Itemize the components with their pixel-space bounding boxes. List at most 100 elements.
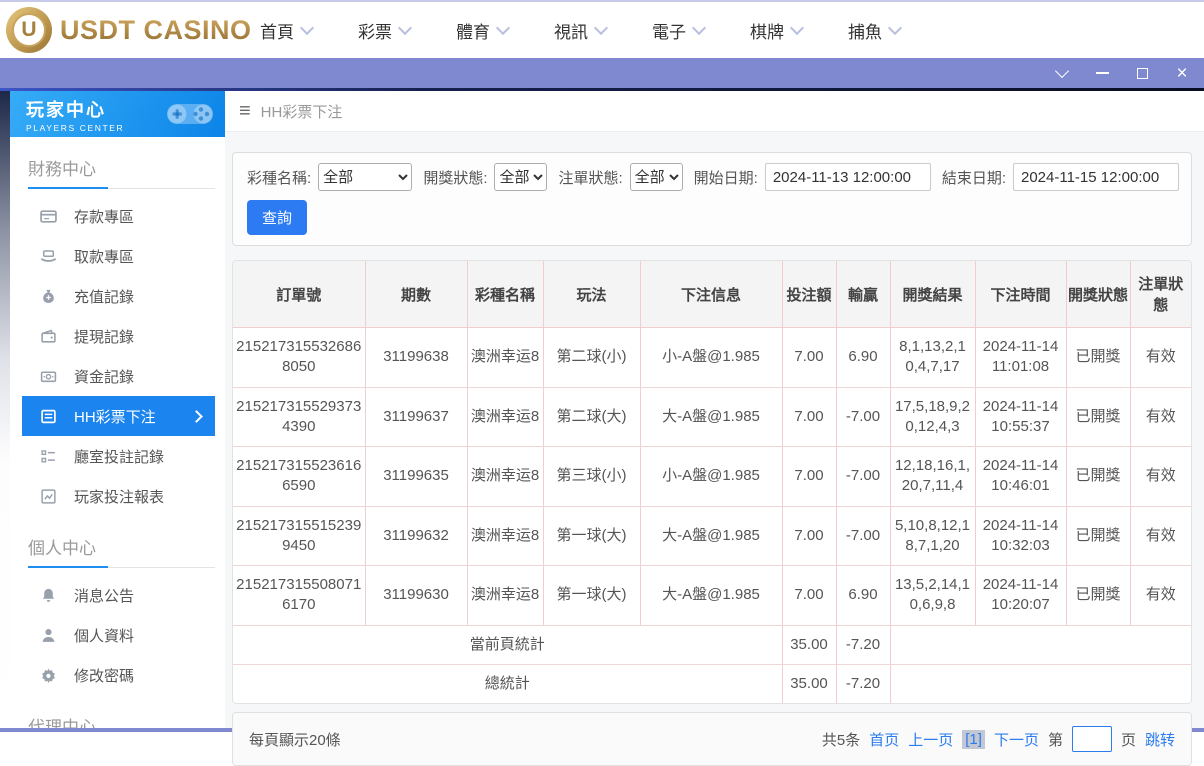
cell-draw-result: 13,5,2,14,10,6,9,8	[889, 565, 975, 626]
sidebar-section-heading-1: 財務中心	[28, 155, 215, 189]
cell-order-status: 有效	[1129, 565, 1191, 626]
nav-item-4[interactable]: 視訊	[554, 18, 609, 43]
cell-win-loss: -7.00	[835, 446, 890, 507]
cell-order-no: 2152173155293734390	[233, 387, 365, 447]
moneybag-icon	[40, 288, 57, 305]
nav-item-6[interactable]: 棋牌	[750, 18, 805, 43]
column-header-draw-result: 開獎結果	[889, 261, 975, 328]
cell-bet-time: 2024-11-14 10:55:37	[974, 387, 1066, 447]
hamburger-menu-icon[interactable]: ≡	[239, 101, 251, 121]
sidebar-item-個人資料[interactable]: 個人資料	[22, 615, 215, 655]
funds-icon	[40, 368, 57, 385]
summary-empty-cell	[889, 625, 1191, 665]
column-header-period: 期數	[364, 261, 467, 328]
sidebar-item-充值記錄[interactable]: 充值記錄	[22, 276, 215, 316]
search-button[interactable]: 查詢	[247, 200, 308, 235]
sidebar-sections: 財務中心存款專區取款專區充值記錄提現記錄 資金記錄 HH彩票下注 廳室投註記錄玩家投注…	[10, 155, 225, 728]
cell-bet-info: 小-A盤@1.985	[639, 446, 782, 507]
chevron-down-icon	[397, 20, 413, 36]
cell-draw-result: 8,1,13,2,10,4,7,17	[889, 327, 975, 388]
sidebar-item-取款專區[interactable]: 取款專區	[22, 236, 215, 276]
cell-order-no: 2152173155080716170	[233, 565, 365, 626]
column-header-bet-amount: 投注額	[781, 261, 836, 328]
cell-order-status: 有效	[1129, 327, 1191, 388]
table-header-row: 訂單號 期數 彩種名稱 玩法 下注信息 投注額 輸贏 開獎結果 下注時間 開獎狀態 注單狀態	[233, 261, 1191, 328]
summary-bet-total: 35.00	[781, 625, 836, 665]
end-date-input[interactable]	[1013, 163, 1179, 191]
user-icon	[40, 627, 57, 644]
column-header-bet-info: 下注信息	[639, 261, 782, 328]
cell-bet-info: 大-A盤@1.985	[639, 565, 782, 626]
page-title: HH彩票下注	[260, 103, 343, 121]
cell-order-status: 有效	[1129, 506, 1191, 566]
column-header-order-status: 注單狀態	[1129, 261, 1191, 328]
column-header-play-type: 玩法	[542, 261, 640, 328]
column-header-lottery-name: 彩種名稱	[466, 261, 543, 328]
bet-table-container: 訂單號 期數 彩種名稱 玩法 下注信息 投注額 輸贏 開獎結果 下注時間 開獎狀態 注單狀態 2152…	[232, 260, 1192, 704]
cell-order-status: 有效	[1129, 446, 1191, 507]
top-nav: 首頁 彩票 體育 視訊 電子 棋牌 捕魚	[260, 18, 903, 43]
sidebar-item-消息公告[interactable]: 消息公告	[22, 575, 215, 615]
sidebar-item-label: 取款專區	[74, 248, 135, 266]
cell-period: 31199635	[364, 446, 467, 507]
sidebar-item-label: 個人資料	[74, 627, 135, 645]
jump-page-input[interactable]	[1071, 726, 1112, 752]
table-row: 2152173155080716170 31199630 澳洲幸运8 第一球(大) 大-…	[233, 565, 1191, 626]
cell-bet-info: 大-A盤@1.985	[639, 387, 782, 447]
brand-logo-coin-icon[interactable]: U	[6, 7, 52, 53]
cell-bet-time: 2024-11-14 10:46:01	[974, 446, 1066, 507]
sidebar-item-提現記錄[interactable]: 提現記錄	[22, 316, 215, 356]
sidebar-item-修改密碼[interactable]: 修改密碼	[22, 655, 215, 695]
sidebar-item-label: 存款專區	[74, 208, 135, 226]
cell-lottery-name: 澳洲幸运8	[466, 387, 543, 447]
summary-row: 總統計 35.00 -7.20	[233, 664, 1191, 703]
lottery-name-select[interactable]: 全部	[318, 163, 413, 191]
cell-lottery-name: 澳洲幸运8	[466, 446, 543, 507]
brand: U USDT CASINO	[0, 7, 251, 53]
sidebar-item-label: 玩家投注報表	[74, 488, 165, 506]
site-header: U USDT CASINO 首頁 彩票 體育 視訊 電子 棋牌 捕魚	[0, 2, 1204, 58]
cell-bet-amount: 7.00	[781, 446, 836, 507]
sidebar-item-label: 消息公告	[74, 587, 135, 605]
titlebar-chevron-down-icon[interactable]	[1054, 63, 1070, 81]
sidebar-item-廳室投註記錄[interactable]: 廳室投註記錄	[22, 436, 215, 476]
order-status-select[interactable]: 全部	[629, 163, 683, 191]
bet-table: 訂單號 期數 彩種名稱 玩法 下注信息 投注額 輸贏 開獎結果 下注時間 開獎狀態 注單狀態 2152…	[233, 261, 1191, 703]
chevron-down-icon	[691, 20, 707, 36]
nav-item-7[interactable]: 捕魚	[848, 18, 903, 43]
sidebar-item-存款專區[interactable]: 存款專區	[22, 196, 215, 236]
start-date-label: 開始日期:	[693, 169, 758, 187]
cell-order-no: 2152173155326868050	[233, 327, 365, 388]
cell-bet-amount: 7.00	[781, 506, 836, 566]
order-status-label: 注單狀態:	[558, 169, 623, 187]
nav-item-5[interactable]: 電子	[652, 18, 707, 43]
summary-label: 當前頁統計	[233, 625, 782, 665]
cell-bet-time: 2024-11-14 11:01:08	[974, 327, 1066, 388]
nav-item-2[interactable]: 彩票	[358, 18, 413, 43]
cell-draw-status: 已開獎	[1065, 565, 1130, 626]
sidebar-item-HH彩票下注[interactable]: HH彩票下注	[22, 396, 215, 436]
sidebar-item-label: 充值記錄	[74, 288, 135, 306]
sidebar-item-資金記錄[interactable]: 資金記錄	[22, 356, 215, 396]
nav-item-label: 捕魚	[848, 22, 882, 42]
chevron-down-icon	[789, 20, 805, 36]
cell-order-no: 2152173155236166590	[233, 446, 365, 507]
sidebar-item-玩家投注報表[interactable]: 玩家投注報表	[22, 476, 215, 516]
cell-draw-result: 5,10,8,12,18,7,1,20	[889, 506, 975, 566]
cell-draw-result: 12,18,16,1,20,7,11,4	[889, 446, 975, 507]
nav-item-label: 電子	[652, 22, 686, 42]
start-date-input[interactable]	[764, 163, 931, 191]
summary-winloss-total: -7.20	[835, 664, 890, 703]
nav-item-label: 首頁	[260, 22, 294, 42]
cell-lottery-name: 澳洲幸运8	[466, 506, 543, 566]
content-area: ≡ HH彩票下注 彩種名稱: 全部 開獎狀態: 全部 注單狀態: 全部 開始日期…	[225, 91, 1204, 766]
cell-lottery-name: 澳洲幸运8	[466, 327, 543, 388]
close-icon[interactable]: ×	[1174, 64, 1190, 83]
maximize-icon[interactable]	[1134, 65, 1150, 81]
draw-status-select[interactable]: 全部	[494, 163, 548, 191]
nav-item-3[interactable]: 體育	[456, 18, 511, 43]
minimize-icon[interactable]	[1094, 65, 1110, 81]
nav-item-1[interactable]: 首頁	[260, 18, 315, 43]
cell-play-type: 第一球(大)	[542, 506, 640, 566]
sidebar-header: 玩家中心 PLAYERS CENTER	[10, 91, 225, 137]
